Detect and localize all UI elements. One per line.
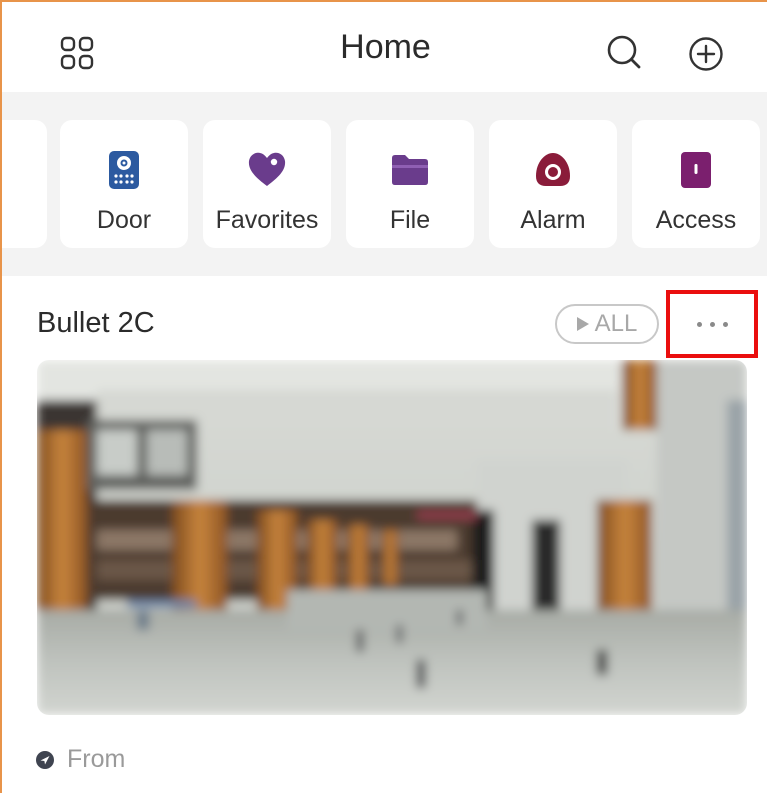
play-icon	[576, 317, 589, 331]
add-circle-icon[interactable]	[688, 36, 724, 72]
shortcut-label: Door	[96, 206, 152, 234]
camera-preview-thumbnail[interactable]	[37, 360, 747, 715]
more-dots-icon-dot	[722, 321, 728, 327]
device-name: Bullet 2C	[37, 307, 155, 339]
shortcut-card-partial[interactable]: ck	[2, 120, 47, 248]
app-frame: Home ck	[0, 0, 767, 793]
camera-preview-image	[37, 360, 747, 715]
heart-icon	[248, 152, 286, 186]
folder-icon	[392, 155, 428, 185]
more-options-button[interactable]	[666, 290, 758, 358]
shortcut-label: Access	[655, 206, 737, 234]
location-arrow-icon	[36, 750, 54, 769]
shortcut-label: File	[389, 206, 431, 234]
shortcut-label: Favorites	[215, 206, 319, 234]
shortcut-label: Alarm	[520, 206, 586, 234]
grid-icon[interactable]	[60, 36, 94, 70]
play-all-button[interactable]: ALL	[555, 304, 659, 344]
shortcut-card-access[interactable]: Access	[632, 120, 760, 248]
shortcut-strip[interactable]: ck Door Favo	[2, 92, 767, 276]
search-icon[interactable]	[606, 34, 642, 70]
more-dots-icon	[696, 321, 702, 327]
shortcut-card-favorites[interactable]: Favorites	[203, 120, 331, 248]
more-dots-icon-dot	[709, 321, 715, 327]
from-label: From	[67, 745, 126, 773]
source-row: From	[35, 745, 125, 774]
shortcut-card-file[interactable]: File	[346, 120, 474, 248]
alarm-icon	[536, 153, 570, 186]
access-control-icon	[681, 152, 711, 188]
top-bar: Home	[2, 2, 767, 92]
shortcut-card-door[interactable]: Door	[60, 120, 188, 248]
door-intercom-icon	[109, 151, 139, 189]
play-all-label: ALL	[594, 310, 638, 337]
page-title: Home	[340, 28, 431, 66]
shortcut-card-alarm[interactable]: Alarm	[489, 120, 617, 248]
